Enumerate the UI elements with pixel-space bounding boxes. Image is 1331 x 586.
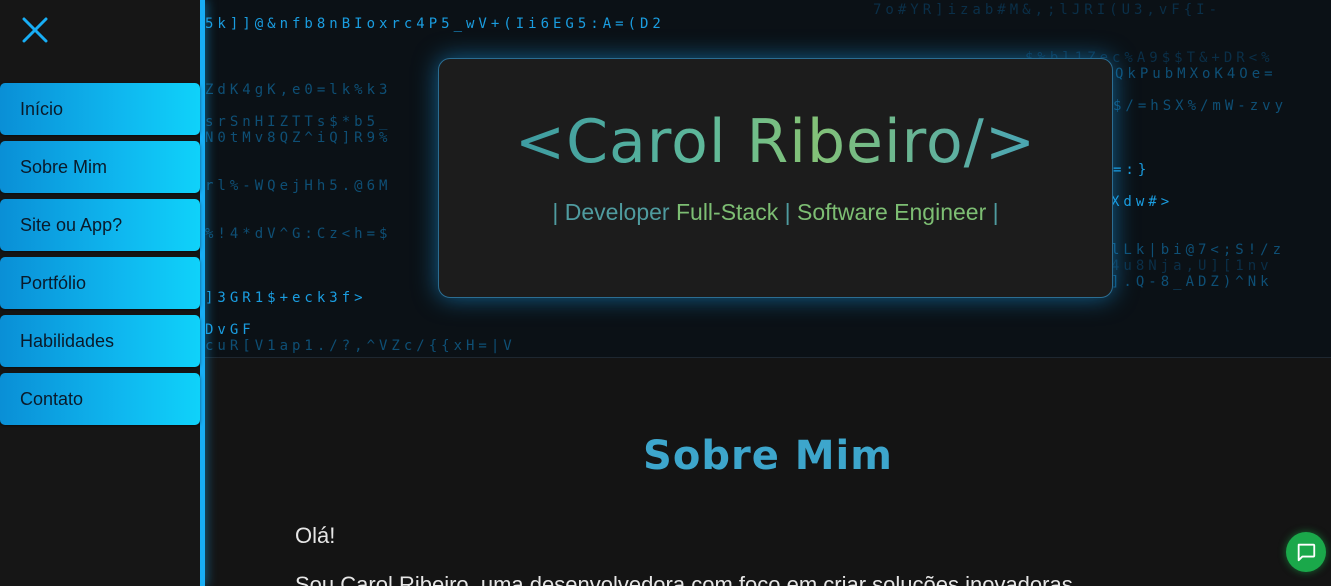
matrix-row: =:} bbox=[1113, 162, 1151, 178]
about-section: Sobre Mim Olá! Sou Carol Ribeiro, uma de… bbox=[205, 358, 1331, 586]
sidebar-item-contato[interactable]: Contato bbox=[0, 373, 200, 425]
brand-title: <Carol Ribeiro/> bbox=[439, 107, 1112, 177]
close-icon[interactable] bbox=[22, 17, 48, 43]
sidebar-item-habilidades[interactable]: Habilidades bbox=[0, 315, 200, 367]
matrix-row: ].Q-8_ADZ)^Nk bbox=[1111, 274, 1273, 290]
matrix-row: QkPubMXoK4Oe= bbox=[1115, 66, 1277, 82]
tagline: | Developer Full-Stack | Software Engine… bbox=[439, 199, 1112, 226]
hero-banner: 5k]]@&nfb8nBIoxrc4P5_wV+(Ii6EG5:A=(D2 Zd… bbox=[205, 0, 1331, 358]
chat-icon bbox=[1297, 543, 1316, 562]
matrix-row: ZdK4gK,e0=lk%k3 bbox=[205, 82, 392, 98]
matrix-row: %!4*dV^G:Cz<h=$ bbox=[205, 226, 392, 242]
title-card: <Carol Ribeiro/> | Developer Full-Stack … bbox=[438, 58, 1113, 298]
tagline-role-engineer: Software Engineer bbox=[797, 199, 987, 225]
sidebar-menu: Início Sobre Mim Site ou App? Portfólio … bbox=[0, 83, 200, 431]
about-greeting: Olá! bbox=[295, 523, 336, 548]
sidebar-item-site-ou-app[interactable]: Site ou App? bbox=[0, 199, 200, 251]
matrix-row: cuR[V1ap1./?,^VZc/{{xH=|V bbox=[205, 338, 516, 354]
tagline-separator: | Developer bbox=[552, 199, 676, 225]
about-intro: Sou Carol Ribeiro, uma desenvolvedora co… bbox=[295, 572, 1073, 586]
matrix-row: ]3GR1$+eck3f> bbox=[205, 290, 367, 306]
matrix-row: rl%-WQejHh5.@6M bbox=[205, 178, 392, 194]
matrix-row: DvGF bbox=[205, 322, 255, 338]
matrix-row: 4u8Nja,U][1nv bbox=[1111, 258, 1273, 274]
sidebar: Início Sobre Mim Site ou App? Portfólio … bbox=[0, 0, 205, 586]
matrix-row: 5k]]@&nfb8nBIoxrc4P5_wV+(Ii6EG5:A=(D2 bbox=[205, 16, 665, 32]
matrix-row: N0tMv8QZ^iQ]R9% bbox=[205, 130, 392, 146]
matrix-row: $/=hSX%/mW-zvy bbox=[1113, 98, 1288, 114]
tagline-separator: | bbox=[986, 199, 999, 225]
matrix-row: lLk|bi@7<;S!/z bbox=[1111, 242, 1286, 258]
section-title: Sobre Mim bbox=[643, 433, 893, 479]
matrix-row: 7o#YR]izab#M&,;lJRI(U3,vF{I- bbox=[873, 2, 1222, 18]
tagline-role-fullstack: Full-Stack bbox=[675, 199, 779, 225]
chat-button[interactable] bbox=[1286, 532, 1326, 572]
sidebar-item-inicio[interactable]: Início bbox=[0, 83, 200, 135]
sidebar-item-sobre-mim[interactable]: Sobre Mim bbox=[0, 141, 200, 193]
matrix-row: srSnHIZTTs$*b5_ bbox=[205, 114, 392, 130]
sidebar-item-portfolio[interactable]: Portfólio bbox=[0, 257, 200, 309]
matrix-row: Xdw#> bbox=[1111, 194, 1174, 210]
tagline-separator: | bbox=[778, 199, 797, 225]
